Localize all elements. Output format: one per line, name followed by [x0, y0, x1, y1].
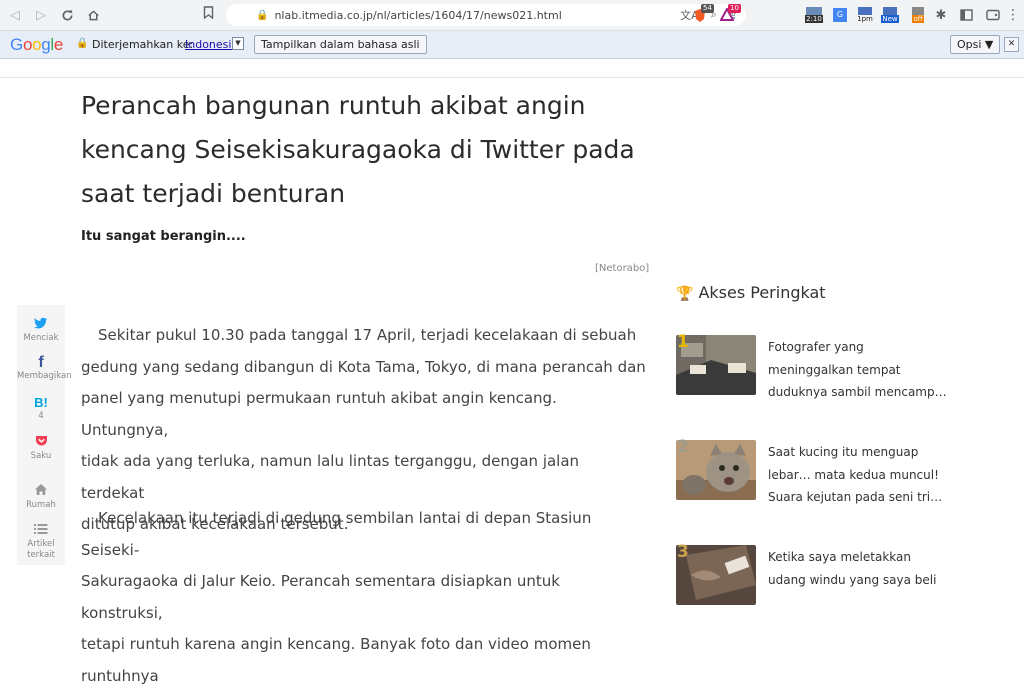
article-paragraph-2: Kecelakaan itu terjadi di gedung sembila…	[81, 509, 592, 685]
home-icon[interactable]	[82, 4, 104, 26]
home-icon	[17, 483, 65, 500]
translate-extension-icon[interactable]: G	[832, 6, 848, 24]
show-original-button[interactable]: Tampilkan dalam bahasa asli	[254, 35, 427, 54]
clock-label: 2:10	[805, 15, 823, 23]
twitter-icon	[17, 317, 65, 333]
ranking-title-1[interactable]: Fotografer yang meninggalkan tempat dudu…	[768, 336, 953, 404]
article-title: Perancah bangunan runtuh akibat angin ke…	[81, 91, 635, 208]
share-twitter-label: Menciak	[23, 333, 59, 343]
header-divider	[0, 77, 1024, 78]
list-icon	[17, 523, 65, 539]
translated-to-label: Diterjemahkan ke:	[92, 38, 194, 51]
off-label: off	[912, 15, 924, 23]
share-pocket-label: Saku	[30, 451, 52, 461]
article-source[interactable]: [Netorabo]	[595, 263, 649, 274]
close-translate-bar-icon[interactable]: ✕	[1004, 37, 1019, 52]
clock-extension-icon[interactable]: 2:10	[803, 6, 825, 24]
related-articles[interactable]: Artikel terkait	[17, 523, 65, 561]
share-sidebar: Menciak f Membagikan B! 4 Saku Rumah Art…	[17, 305, 72, 565]
related-articles-label: Artikel terkait	[27, 539, 55, 560]
toggle-extension-icon[interactable]: off	[907, 6, 929, 24]
shield-badge: 54	[701, 4, 714, 13]
google-logo: Google	[10, 35, 64, 54]
ranking-item-3[interactable]: 3 Ketika saya meletakkan udang windu yan…	[676, 542, 966, 615]
menu-icon[interactable]: ⋮	[1006, 6, 1020, 24]
article-subtitle: Itu sangat berangin....	[81, 229, 246, 244]
share-facebook-label: Membagikan	[17, 371, 72, 381]
rewards-badge: 10	[728, 4, 741, 13]
bookmark-icon[interactable]	[203, 6, 214, 22]
extensions-puzzle-icon[interactable]: ✱	[933, 6, 949, 24]
options-button[interactable]: Opsi ▼	[950, 35, 1001, 54]
ranking-title-3[interactable]: Ketika saya meletakkan udang windu yang …	[768, 546, 953, 591]
site-info-icon[interactable]: 🔒	[256, 10, 268, 21]
share-hatena-count: 4	[38, 411, 44, 421]
url-text: nlab.itmedia.co.jp/nl/articles/1604/17/n…	[274, 8, 562, 22]
forward-icon[interactable]: ▷	[30, 4, 52, 26]
ranking-item-2[interactable]: 2 Saat kucing itu menguap lebar… mata ke…	[676, 437, 966, 510]
share-pocket[interactable]: Saku	[17, 435, 65, 462]
reload-icon[interactable]	[56, 4, 78, 26]
ranking-item-1[interactable]: 1 Fotografer yang meninggalkan tempat du…	[676, 332, 966, 405]
share-facebook[interactable]: f Membagikan	[17, 354, 72, 382]
sidebar-icon[interactable]	[958, 6, 974, 24]
pocket-icon	[17, 435, 65, 451]
translate-bar: Google 🔒 Diterjemahkan ke: Indonesia ▼ T…	[0, 31, 1024, 59]
hatena-icon: B!	[34, 395, 48, 410]
new-label: New	[881, 15, 899, 23]
time-label: 1pm	[857, 15, 873, 23]
trophy-icon: 🏆	[676, 286, 694, 302]
ranking-title-2[interactable]: Saat kucing itu menguap lebar… mata kedu…	[768, 441, 953, 509]
brave-rewards-icon[interactable]: 10	[719, 4, 741, 24]
calendar-extension-icon[interactable]: 1pm	[855, 6, 875, 24]
lock-icon: 🔒	[76, 38, 89, 49]
facebook-icon: f	[38, 354, 44, 371]
back-icon[interactable]: ◁	[4, 4, 26, 26]
share-home-label: Rumah	[26, 500, 56, 510]
language-link[interactable]: Indonesia	[185, 38, 238, 51]
share-twitter[interactable]: Menciak	[17, 317, 65, 344]
news-extension-icon[interactable]: New	[879, 6, 901, 24]
address-bar[interactable]: 🔒 nlab.itmedia.co.jp/nl/articles/1604/17…	[226, 4, 746, 26]
ranking-number-2: 2	[677, 437, 689, 457]
wallet-icon[interactable]	[985, 6, 1001, 24]
ranking-number-1: 1	[677, 332, 689, 352]
brave-shield-icon[interactable]: 54	[692, 4, 714, 24]
share-hatena[interactable]: B! 4	[17, 395, 65, 422]
ranking-heading: 🏆 Akses Peringkat	[676, 283, 826, 302]
ranking-number-3: 3	[677, 542, 689, 562]
share-home[interactable]: Rumah	[17, 483, 65, 511]
language-dropdown-icon[interactable]: ▼	[232, 37, 244, 50]
